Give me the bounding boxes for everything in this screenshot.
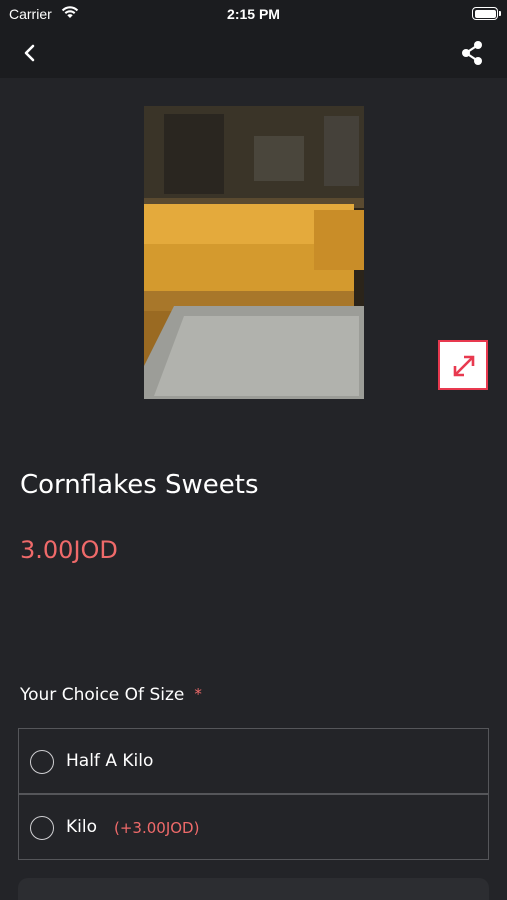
- radio-button[interactable]: [30, 750, 54, 774]
- product-price: 3.00JOD: [20, 536, 118, 564]
- back-button[interactable]: [16, 39, 44, 67]
- option-label: Kilo: [66, 817, 97, 837]
- size-option-half-kilo[interactable]: Half A Kilo: [18, 728, 489, 794]
- expand-image-button[interactable]: [438, 340, 488, 390]
- product-detail-screen: Carrier 2:15 PM Cornflakes Sweets 3.00JO…: [0, 0, 507, 900]
- option-extra-price: (+3.00JOD): [114, 819, 200, 837]
- size-choice-heading: Your Choice Of Size *: [20, 685, 202, 705]
- size-option-kilo[interactable]: Kilo (+3.00JOD): [18, 794, 489, 860]
- product-name: Cornflakes Sweets: [20, 470, 259, 500]
- status-time: 2:15 PM: [227, 6, 280, 22]
- radio-button[interactable]: [30, 816, 54, 840]
- required-mark: *: [194, 685, 202, 703]
- status-bar: Carrier 2:15 PM: [0, 0, 507, 28]
- share-icon: [462, 41, 482, 65]
- battery-icon: [472, 7, 501, 20]
- option-label: Half A Kilo: [66, 751, 154, 771]
- navigation-bar: [0, 28, 507, 78]
- expand-icon: [453, 355, 475, 377]
- product-image[interactable]: [144, 106, 364, 399]
- size-choice-title: Your Choice Of Size: [20, 685, 185, 705]
- chevron-left-icon: [24, 44, 35, 62]
- bottom-panel: [18, 878, 489, 900]
- share-button[interactable]: [458, 39, 486, 67]
